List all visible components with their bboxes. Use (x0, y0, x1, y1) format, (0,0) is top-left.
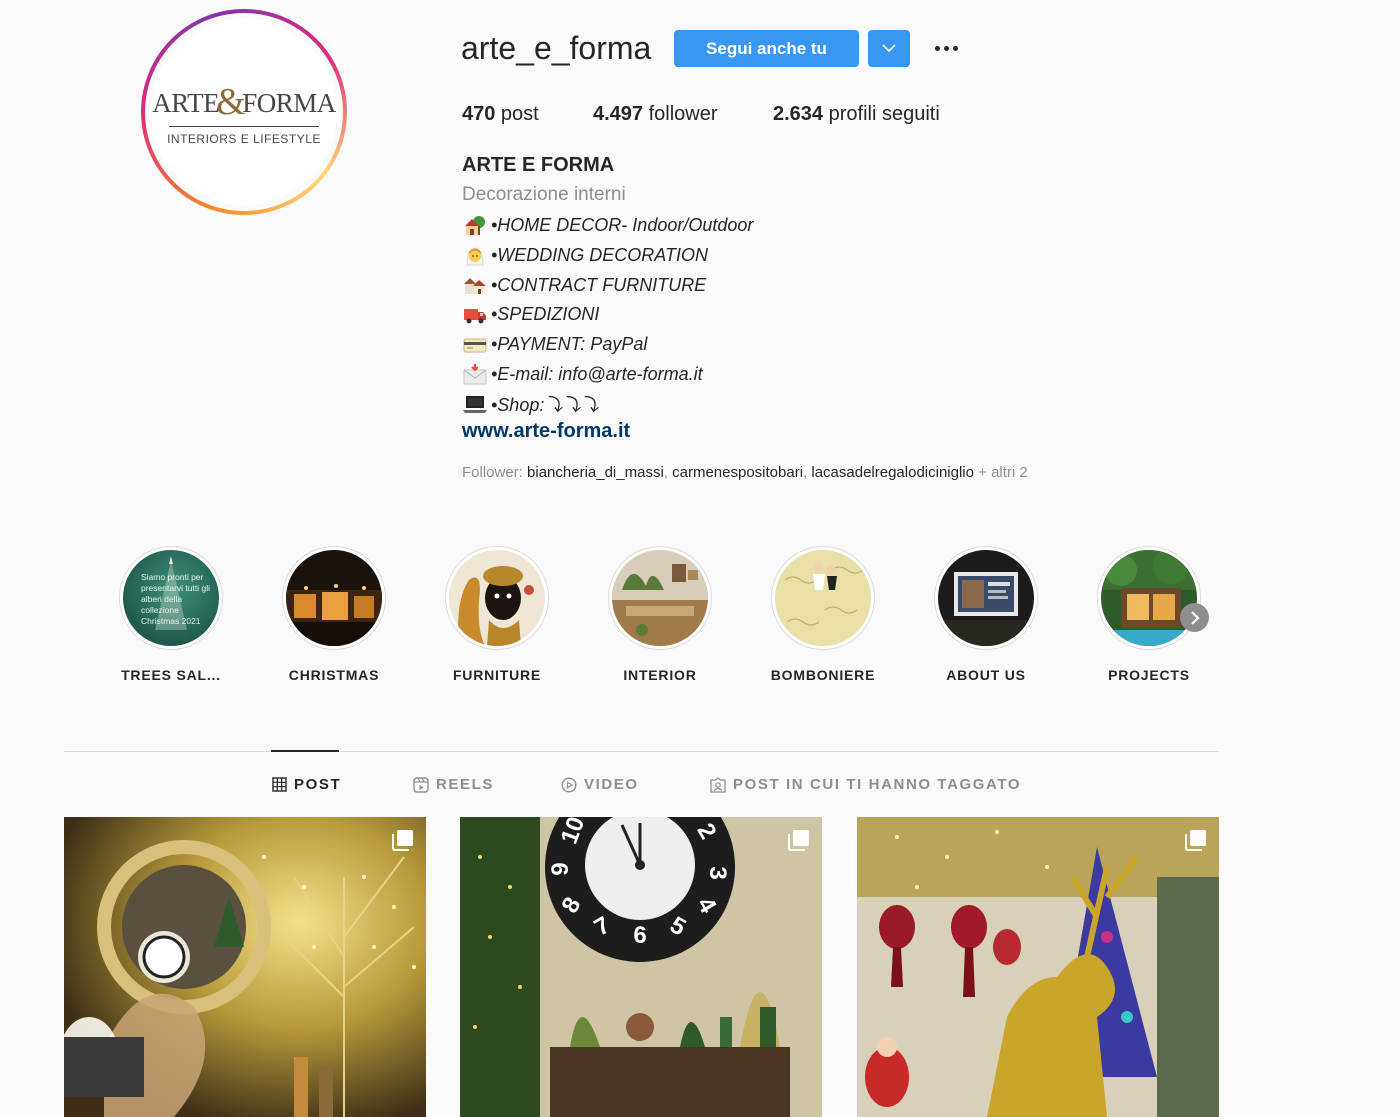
highlight-trees-sale[interactable]: Siamo pronti per presentarvi tutti gli a… (111, 546, 231, 683)
envelope-emoji-icon (462, 363, 488, 385)
bio-line: •HOME DECOR- Indoor/Outdoor (462, 211, 753, 241)
follower-account-link[interactable]: lacasadelregalodiciniglio (811, 464, 974, 481)
highlight-bomboniere[interactable]: BOMBONIERE (763, 546, 883, 683)
highlight-cover (938, 550, 1034, 646)
follow-button[interactable]: Segui anche tu (674, 30, 859, 67)
logo-divider (169, 126, 319, 127)
highlight-label: ABOUT US (946, 667, 1026, 683)
bio-line: •CONTRACT FURNITURE (462, 270, 753, 300)
grid-icon (272, 777, 287, 792)
clock-number: 3 (704, 866, 731, 879)
tagged-icon (710, 776, 726, 793)
following-count[interactable]: 2.634 profili seguiti (773, 101, 940, 127)
logo-tagline: INTERIORS E LIFESTYLE (167, 132, 321, 146)
highlight-cover (612, 550, 708, 646)
post-thumbnail[interactable] (857, 817, 1219, 1117)
post-image (857, 817, 1219, 1117)
avatar-ring-gap: ARTE&FORMA INTERIORS E LIFESTYLE (145, 13, 343, 211)
posts-count: 470 post (462, 103, 539, 125)
active-tab-indicator (271, 750, 339, 752)
highlight-about-us[interactable]: ABOUT US (926, 546, 1046, 683)
reels-icon (413, 776, 429, 793)
profile-full-name: ARTE E FORMA (462, 154, 615, 176)
highlight-label: FURNITURE (452, 667, 542, 683)
highlight-cover (286, 550, 382, 646)
highlight-cover (1101, 550, 1197, 646)
post-thumbnail[interactable] (64, 817, 426, 1117)
bride-emoji-icon (462, 245, 488, 267)
tab-video[interactable]: VIDEO (561, 776, 639, 793)
profile-category: Decorazione interni (462, 184, 626, 205)
tabs-divider (64, 751, 1219, 752)
bio-line: •SPEDIZIONI (462, 300, 753, 330)
highlight-label: BOMBONIERE (770, 667, 876, 683)
followed-by[interactable]: Follower: biancheria_di_massi, carmenesp… (462, 463, 1028, 483)
suggested-accounts-dropdown-button[interactable] (868, 30, 910, 67)
post-thumbnail[interactable]: 10 2 3 9 8 7 6 5 4 (460, 817, 822, 1117)
bio-line: •WEDDING DECORATION (462, 241, 753, 271)
multiple-photos-icon (392, 830, 413, 851)
highlight-label: CHRISTMAS (288, 667, 380, 683)
post-image: 10 2 3 9 8 7 6 5 4 (460, 817, 822, 1117)
laptop-emoji-icon (462, 393, 488, 415)
more-options-icon[interactable] (930, 36, 962, 60)
highlight-cover: Siamo pronti per presentarvi tutti gli a… (123, 550, 219, 646)
houses-emoji-icon (462, 274, 488, 296)
tab-tagged[interactable]: POST IN CUI TI HANNO TAGGATO (710, 776, 1021, 793)
tab-reels[interactable]: REELS (413, 776, 494, 793)
highlight-interior[interactable]: INTERIOR (600, 546, 720, 683)
bio-line: •Shop:⤵⤵⤵ (462, 389, 753, 419)
followers-count[interactable]: 4.497 follower (593, 101, 718, 127)
truck-emoji-icon (462, 304, 488, 326)
highlight-cover (775, 550, 871, 646)
highlight-cover (449, 550, 545, 646)
chevron-down-icon (882, 44, 896, 53)
profile-website-link[interactable]: www.arte-forma.it (462, 419, 630, 443)
logo-wordmark: ARTE&FORMA (152, 81, 336, 123)
highlights-next-button[interactable] (1180, 603, 1209, 632)
highlight-label: TREES SAL... (121, 667, 221, 683)
profile-avatar[interactable]: ARTE&FORMA INTERIORS E LIFESTYLE (141, 9, 347, 215)
multiple-photos-icon (1185, 830, 1206, 851)
clock-number: 9 (547, 862, 574, 875)
follower-account-link[interactable]: carmenespositobari (672, 464, 803, 481)
profile-username: arte_e_forma (461, 30, 652, 66)
bio-line: •PAYMENT: PayPal (462, 330, 753, 360)
multiple-photos-icon (788, 830, 809, 851)
highlight-cover-text: Siamo pronti per presentarvi tutti gli a… (141, 572, 210, 626)
tab-post[interactable]: POST (272, 776, 341, 793)
highlight-label: PROJECTS (1108, 667, 1190, 683)
highlight-furniture[interactable]: FURNITURE (437, 546, 557, 683)
chevron-right-icon (1190, 610, 1200, 625)
post-image (64, 817, 426, 1117)
clock-number: 6 (633, 922, 646, 949)
house-garden-emoji-icon (462, 215, 488, 237)
bio-line: •E-mail: info@arte-forma.it (462, 359, 753, 389)
credit-card-emoji-icon (462, 334, 488, 356)
highlight-label: INTERIOR (623, 667, 697, 683)
play-icon (561, 776, 577, 793)
highlight-christmas[interactable]: CHRISTMAS (274, 546, 394, 683)
profile-bio: •HOME DECOR- Indoor/Outdoor •WEDDING DEC… (462, 211, 753, 419)
follower-account-link[interactable]: biancheria_di_massi (527, 464, 664, 481)
avatar-logo: ARTE&FORMA INTERIORS E LIFESTYLE (151, 19, 337, 205)
